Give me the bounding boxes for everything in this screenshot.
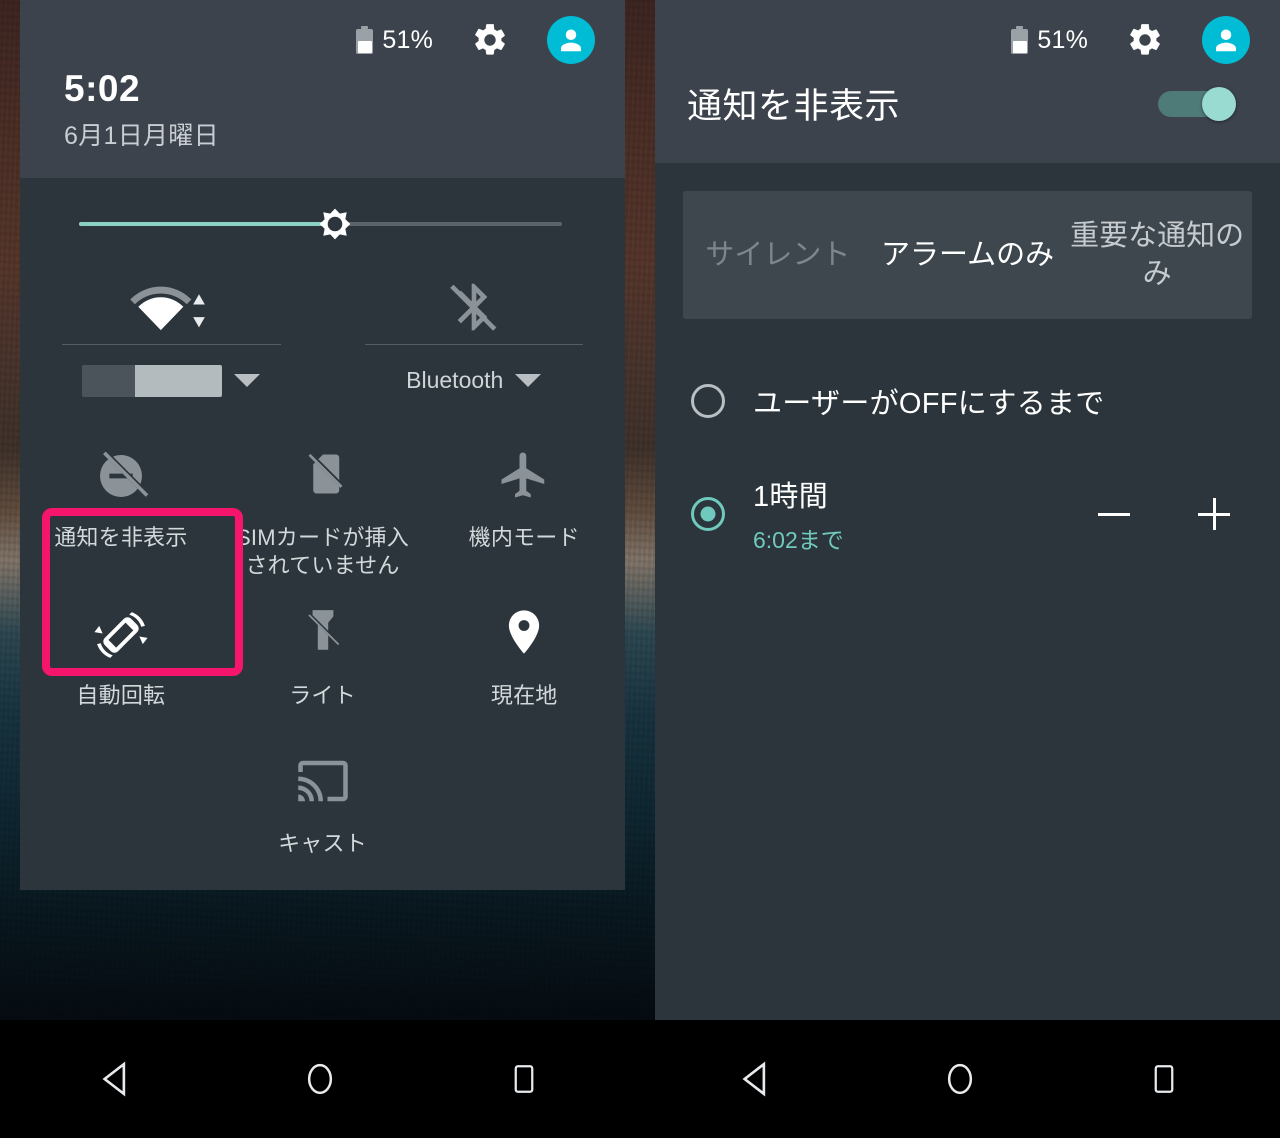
dnd-title: 通知を非表示 [687, 87, 901, 126]
radio-button-selected[interactable] [691, 497, 725, 531]
dnd-title-row: 通知を非表示 [655, 52, 1280, 163]
duration-option-one-hour[interactable]: 1時間 6:02まで [655, 455, 1280, 573]
dnd-panel-header: 51% 通知を非表示 [655, 0, 1280, 163]
battery-percent-label: 51% [382, 25, 433, 54]
user-avatar-icon[interactable] [547, 16, 595, 64]
plus-button[interactable] [1192, 492, 1236, 536]
tile-cast[interactable]: キャスト [222, 728, 424, 876]
tile-auto-rotate[interactable]: 自動回転 [20, 580, 222, 728]
wifi-ssid-redacted [82, 364, 223, 397]
bluetooth-label-text: Bluetooth [406, 367, 504, 394]
airplane-mode-icon [497, 448, 551, 510]
gear-icon[interactable] [1126, 21, 1164, 59]
wifi-tile-label[interactable] [20, 345, 323, 417]
dnd-mode-segmented-wrap: サイレント アラームのみ 重要な通知のみ [655, 163, 1280, 319]
cast-icon [296, 754, 350, 816]
quick-settings-body: Bluetooth 通知を非表示 SIMカードが挿入されていません 機内モード … [20, 177, 625, 891]
duration-stepper [1092, 492, 1236, 536]
segment-priority-only[interactable]: 重要な通知のみ [1062, 191, 1252, 319]
auto-rotate-icon [92, 606, 150, 668]
brightness-sun-icon[interactable] [312, 201, 358, 247]
chevron-down-icon[interactable] [234, 374, 261, 388]
duration-text-until-off: ユーザーがOFFにするまで [753, 380, 1236, 422]
tile-label-cast: キャスト [278, 831, 367, 857]
segment-alarms-only[interactable]: アラームのみ [873, 191, 1063, 319]
bluetooth-tile-label[interactable]: Bluetooth [323, 345, 626, 417]
recents-icon[interactable] [1141, 1056, 1187, 1102]
minus-button[interactable] [1092, 492, 1136, 536]
home-icon[interactable] [297, 1056, 343, 1102]
bluetooth-tile[interactable]: Bluetooth [323, 270, 626, 418]
dnd-panel-body: サイレント アラームのみ 重要な通知のみ ユーザーがOFFにするまで 1時間 6… [655, 163, 1280, 1020]
bluetooth-off-icon [323, 270, 626, 344]
tile-label-auto-rotate: 自動回転 [76, 683, 166, 709]
duration-sublabel-until-time: 6:02まで [753, 527, 844, 553]
tile-label-sim-card: SIMカードが挿入されていません [236, 524, 409, 578]
tile-label-airplane-mode: 機内モード [468, 524, 580, 550]
tile-sim-card[interactable]: SIMカードが挿入されていません [222, 422, 424, 580]
do-not-disturb-panel: 51% 通知を非表示 サイレント アラームのみ 重要な通知のみ ユーザーがOFF… [655, 0, 1280, 1020]
back-icon[interactable] [93, 1056, 139, 1102]
nav-group-left [0, 1020, 640, 1138]
tile-flashlight[interactable]: ライト [222, 580, 424, 728]
wifi-tile[interactable] [20, 270, 323, 418]
wifi-icon [20, 270, 323, 344]
navigation-bar [0, 1020, 1280, 1138]
tile-airplane-mode[interactable]: 機内モード [423, 422, 625, 580]
dnd-toggle-switch[interactable] [1158, 86, 1236, 121]
user-avatar-icon[interactable] [1202, 16, 1250, 64]
quick-settings-panel: 51% 5:02 6月1日月曜日 Bluetooth 通知を非表示 SIMカード… [20, 0, 625, 1020]
duration-label-one-hour: 1時間 [753, 481, 829, 513]
tile-row-1: 通知を非表示 SIMカードが挿入されていません 機内モード [20, 422, 625, 580]
android-screenshot: 51% 5:02 6月1日月曜日 Bluetooth 通知を非表示 SIMカード… [0, 0, 1280, 1138]
location-pin-icon [498, 606, 550, 668]
clock-block: 5:02 6月1日月曜日 [20, 52, 625, 178]
brightness-fill [79, 221, 331, 226]
brightness-slider[interactable] [20, 178, 625, 270]
toggle-knob [1202, 86, 1236, 121]
tile-grid: 通知を非表示 SIMカードが挿入されていません 機内モード 自動回転 ライト 現… [20, 422, 625, 890]
duration-label-until-off: ユーザーがOFFにするまで [753, 388, 1105, 420]
flashlight-icon [298, 606, 348, 668]
status-bar-left: 51% [20, 0, 625, 64]
segment-silent[interactable]: サイレント [683, 191, 873, 319]
chevron-down-icon[interactable] [515, 374, 542, 388]
battery-half-icon [1011, 26, 1029, 54]
status-bar-right: 51% [655, 0, 1280, 64]
dual-tile-row: Bluetooth [20, 270, 625, 422]
clock-date: 6月1日月曜日 [64, 121, 219, 150]
tile-row-3: キャスト [20, 728, 625, 876]
battery-half-icon [356, 26, 374, 54]
tile-label-flashlight: ライト [289, 683, 356, 709]
tile-do-not-disturb[interactable]: 通知を非表示 [20, 422, 222, 580]
clock-time: 5:02 [64, 68, 141, 109]
radio-button-unselected[interactable] [691, 384, 725, 418]
tile-location[interactable]: 現在地 [423, 580, 625, 728]
tile-row-2: 自動回転 ライト 現在地 [20, 580, 625, 728]
dnd-duration-list: ユーザーがOFFにするまで 1時間 6:02まで [655, 319, 1280, 573]
home-icon[interactable] [937, 1056, 983, 1102]
tile-label-location: 現在地 [490, 683, 558, 709]
do-not-disturb-icon [93, 448, 149, 510]
battery-percent-label: 51% [1037, 25, 1088, 54]
duration-text-one-hour: 1時間 6:02まで [753, 473, 1092, 555]
dnd-mode-segmented-control: サイレント アラームのみ 重要な通知のみ [683, 191, 1252, 319]
nav-group-right [640, 1020, 1280, 1138]
sim-card-off-icon [297, 448, 349, 510]
recents-icon[interactable] [501, 1056, 547, 1102]
gear-icon[interactable] [471, 21, 509, 59]
quick-settings-header: 51% 5:02 6月1日月曜日 [20, 0, 625, 178]
duration-option-until-off[interactable]: ユーザーがOFFにするまで [655, 347, 1280, 455]
tile-label-do-not-disturb: 通知を非表示 [54, 524, 188, 550]
back-icon[interactable] [733, 1056, 779, 1102]
